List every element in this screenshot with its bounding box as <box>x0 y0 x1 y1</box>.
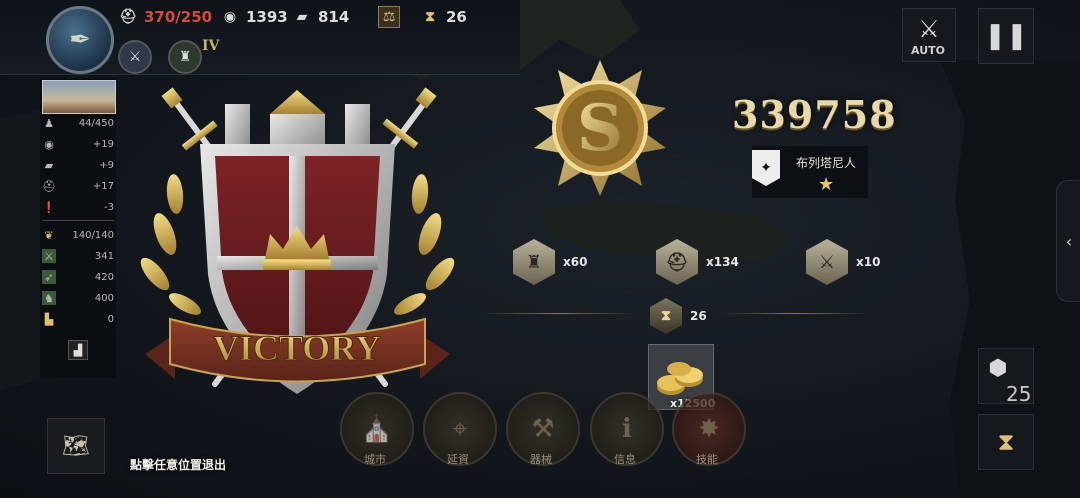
stat-row: ⚔ 341 <box>42 247 114 265</box>
hourglass-hex-icon: ⧗ <box>650 298 682 334</box>
coin-icon: ◉ <box>223 9 237 25</box>
rank-letter: S <box>577 91 623 166</box>
faction-badge[interactable]: ⚔ <box>118 40 152 74</box>
scales-resource[interactable]: ⚖ <box>378 6 400 28</box>
victory-banner-text: VICTORY <box>213 328 381 368</box>
stat-row: ➶ 420 <box>42 268 114 286</box>
sword-icon: ⚔ <box>42 249 56 263</box>
pause-button[interactable]: ❚❚ <box>978 8 1034 64</box>
s-rank-emblem: S <box>534 60 666 196</box>
turn-count: ⧗ 26 <box>650 294 707 338</box>
ermine-flag-icon: ✦ <box>752 150 780 186</box>
reward-qty: x134 <box>706 255 739 269</box>
menu-siege-label: 器械 <box>530 453 552 466</box>
battle-score: 339758 <box>732 92 897 137</box>
hex-count: 25 <box>1006 382 1032 406</box>
hourglass-icon: ⧗ <box>425 9 435 25</box>
skill-icon: ✸ <box>698 414 720 444</box>
info-icon: i <box>622 414 632 444</box>
iron-ingot-icon: ▰ <box>296 9 308 25</box>
iron-value: 814 <box>318 8 350 26</box>
crossed-swords-icon: ⚔ <box>918 15 940 43</box>
chevron-left-icon: ‹ <box>1065 231 1073 251</box>
stat-row: ❦ 140/140 <box>42 226 114 244</box>
stat-row: ⛑ +17 <box>42 179 114 193</box>
divider-right <box>720 313 870 314</box>
stat-row: ❗ -3 <box>42 200 114 214</box>
menu-territory-label: 延資 <box>447 453 469 466</box>
city-hex-icon: ♜ <box>513 239 555 285</box>
victory-crest: VICTORY <box>140 87 455 394</box>
rank-numeral: IV <box>202 38 220 54</box>
stat-row: ▙ 0 <box>42 310 114 328</box>
catapult-icon: ⚒ <box>531 414 555 444</box>
stat-row: ♟ 44/450 <box>42 114 114 132</box>
helmet-hex-icon: ⛑ <box>656 239 698 285</box>
stat-row: ▰ +9 <box>42 156 114 174</box>
building-icon[interactable]: ▟ <box>68 340 88 360</box>
boot-icon: ▙ <box>44 312 54 326</box>
auto-label: AUTO <box>911 44 945 57</box>
reward-swords: ⚔ x10 <box>806 239 881 285</box>
reward-qty: x60 <box>563 255 588 269</box>
divider-left <box>480 313 635 314</box>
menu-city-label: 城市 <box>364 453 386 466</box>
faction-name: 布列塔尼人 <box>796 156 857 170</box>
divider <box>42 220 114 221</box>
scales-icon: ⚖ <box>378 6 400 28</box>
cathedral-icon: ⛪ <box>360 414 394 444</box>
turn-count-value: 26 <box>690 309 707 323</box>
faction-card: ✦ 布列塔尼人 ★ <box>752 146 868 198</box>
manpower-resource: ⛑ 370/250 <box>118 6 212 28</box>
stat-row: ♞ 400 <box>42 289 114 307</box>
silver-value: 1393 <box>246 8 288 26</box>
hourglass-icon: ⧗ <box>997 428 1015 456</box>
menu-skill-label: 技能 <box>696 453 718 466</box>
resource-bar: ✒ ⛑ 370/250 ◉ 1393 ▰ 814 ⚖ ⧗ 26 ⚔ ♜ IV <box>0 0 520 75</box>
city-stats-panel: ♟ 44/450 ◉ +19 ▰ +9 ⛑ +17 ❗ -3 ❦ 140/140 ⚔ 341 … <box>40 78 116 378</box>
unrest-icon: ❗ <box>42 200 56 214</box>
reward-city: ♜ x60 <box>513 239 588 285</box>
stat-row: ◉ +19 <box>42 135 114 153</box>
reward-helmet: ⛑ x134 <box>656 239 739 285</box>
star-icon: ★ <box>818 174 835 195</box>
horse-icon: ♞ <box>42 291 56 305</box>
side-drawer-toggle[interactable]: ‹ <box>1056 180 1080 302</box>
coin-icon: ◉ <box>44 137 54 151</box>
city-thumbnail[interactable] <box>42 80 116 114</box>
helmet-icon: ⛑ <box>119 9 137 25</box>
turns-value: 26 <box>446 8 467 26</box>
wreath-icon: ❦ <box>44 228 54 242</box>
player-portrait[interactable]: ✒ <box>46 6 114 74</box>
end-turn-button[interactable]: ⧗ <box>978 414 1034 470</box>
iron-ingot-icon: ▰ <box>44 158 54 172</box>
manpower-value: 370/250 <box>144 8 213 26</box>
swords-hex-icon: ⚔ <box>806 239 848 285</box>
helmet-icon: ⛑ <box>42 179 56 193</box>
turns-resource: ⧗ 26 <box>420 6 467 28</box>
exit-hint: 點擊任意位置退出 <box>130 458 227 472</box>
scroll-map-button[interactable]: 🗺 <box>47 418 105 474</box>
iron-resource: ▰ 814 <box>292 6 350 28</box>
bow-icon: ➶ <box>42 270 56 284</box>
reward-qty: x10 <box>856 255 881 269</box>
pause-icon: ❚❚ <box>984 21 1028 51</box>
hex-cluster-icon: ⬢ <box>988 355 1008 381</box>
menu-info-label: 信息 <box>614 453 636 466</box>
city-badge[interactable]: ♜ <box>168 40 202 74</box>
population-icon: ♟ <box>44 116 54 130</box>
silver-resource: ◉ 1393 <box>220 6 288 28</box>
scroll-map-icon: 🗺 <box>62 433 90 459</box>
map-pin-icon: ⌖ <box>452 413 468 444</box>
